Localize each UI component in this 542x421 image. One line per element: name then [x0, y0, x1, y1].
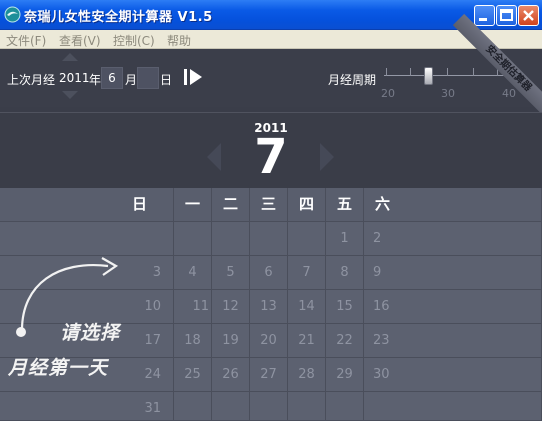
- maximize-button[interactable]: [496, 5, 517, 26]
- calendar-day-cell[interactable]: 21: [288, 324, 326, 358]
- calendar-day-cell[interactable]: 15: [326, 290, 364, 324]
- year-value[interactable]: 2011: [59, 71, 90, 85]
- weekday-0: 日: [0, 188, 174, 222]
- weekday-5: 五: [326, 188, 364, 222]
- decrease-arrow-icon[interactable]: [62, 91, 78, 99]
- cycle-tick-30: 30: [441, 87, 455, 100]
- menu-help[interactable]: 帮助: [167, 32, 191, 49]
- year-unit: 年: [89, 73, 102, 87]
- month-unit: 月: [125, 73, 138, 87]
- last-period-label: 上次月经: [7, 73, 56, 87]
- weekday-1: 一: [174, 188, 212, 222]
- calendar-day-cell[interactable]: [212, 392, 250, 421]
- calendar-day-cell[interactable]: [288, 222, 326, 256]
- menu-control[interactable]: 控制(C): [113, 32, 155, 49]
- window-title: 奈瑞儿女性安全期计算器 V1.5: [24, 10, 213, 25]
- increase-arrow-icon[interactable]: [62, 53, 78, 61]
- minimize-button[interactable]: [474, 5, 495, 26]
- weekday-2: 二: [212, 188, 250, 222]
- calendar-day-cell[interactable]: 14: [288, 290, 326, 324]
- day-input[interactable]: [137, 67, 159, 89]
- maximize-icon: [500, 9, 513, 21]
- menu-view[interactable]: 查看(V): [59, 32, 101, 49]
- calendar-day-cell[interactable]: 4: [174, 256, 212, 290]
- calendar-day-cell[interactable]: [174, 222, 212, 256]
- cycle-label: 月经周期: [328, 73, 377, 87]
- weekday-3: 三: [250, 188, 288, 222]
- calendar-day-cell[interactable]: 28: [288, 358, 326, 392]
- app-logo-icon: [4, 6, 21, 23]
- month-label: 7: [254, 129, 288, 185]
- cycle-tick-40: 40: [502, 87, 516, 100]
- day-unit: 日: [160, 73, 173, 87]
- calendar-day-cell[interactable]: 18: [174, 324, 212, 358]
- calendar-day-cell[interactable]: 29: [326, 358, 364, 392]
- calendar-day-cell[interactable]: 27: [250, 358, 288, 392]
- calendar-day-cell[interactable]: [326, 392, 364, 421]
- calendar-day-cell[interactable]: 19: [212, 324, 250, 358]
- calendar-day-cell[interactable]: 22: [326, 324, 364, 358]
- calendar-day-cell[interactable]: 8: [326, 256, 364, 290]
- calendar-grid: 日一二三四五六 1 2 3 4 5 6 7 8 9 10 11 12 13 14 15 16 17 18 19 20 21…: [0, 188, 542, 421]
- calendar-day-cell[interactable]: 6: [250, 256, 288, 290]
- next-month-icon[interactable]: [320, 143, 334, 171]
- calendar-day-cell[interactable]: 11: [174, 290, 212, 324]
- weekday-4: 四: [288, 188, 326, 222]
- minimize-icon: [479, 18, 487, 21]
- calendar-day-cell[interactable]: 7: [288, 256, 326, 290]
- calendar-day-cell[interactable]: 16: [364, 290, 542, 324]
- calendar-day-cell[interactable]: [364, 392, 542, 421]
- calendar-day-cell[interactable]: 26: [212, 358, 250, 392]
- calendar-day-cell[interactable]: 13: [250, 290, 288, 324]
- calendar-day-cell[interactable]: 12: [212, 290, 250, 324]
- calendar-day-cell[interactable]: 23: [364, 324, 542, 358]
- month-input[interactable]: 6: [101, 67, 123, 89]
- calendar-day-cell[interactable]: 31: [0, 392, 174, 421]
- app-window: 奈瑞儿女性安全期计算器 V1.5 文件(F) 查看(V) 控制(C) 帮助 上次…: [0, 0, 542, 421]
- calendar-day-cell[interactable]: [250, 222, 288, 256]
- close-button[interactable]: [518, 5, 539, 26]
- cycle-slider-track[interactable]: [384, 75, 514, 76]
- calendar-day-cell[interactable]: 20: [250, 324, 288, 358]
- prev-month-icon[interactable]: [207, 143, 221, 171]
- calendar-day-cell[interactable]: 5: [212, 256, 250, 290]
- cycle-slider-knob[interactable]: [424, 67, 433, 85]
- month-header: 2011 7: [0, 112, 542, 188]
- hint-line-2: 月经第一天: [8, 357, 109, 379]
- weekday-6: 六: [364, 188, 542, 222]
- calendar-day-cell[interactable]: 2: [364, 222, 542, 256]
- close-icon: [523, 10, 534, 21]
- calendar-day-cell[interactable]: 25: [174, 358, 212, 392]
- hint-line-1: 请选择: [60, 322, 121, 344]
- calendar-day-cell[interactable]: 9: [364, 256, 542, 290]
- calendar-day-cell[interactable]: [212, 222, 250, 256]
- calendar-day-cell[interactable]: 30: [364, 358, 542, 392]
- menu-file[interactable]: 文件(F): [6, 32, 46, 49]
- calendar-day-cell[interactable]: [288, 392, 326, 421]
- play-next-icon[interactable]: [184, 68, 203, 86]
- calendar-day-cell[interactable]: [250, 392, 288, 421]
- settings-strip: 上次月经 2011 年 6 月 日 月经周期 20 30 40 安全期估算器: [0, 13, 542, 125]
- calendar-day-cell[interactable]: 1: [326, 222, 364, 256]
- cycle-tick-20: 20: [381, 87, 395, 100]
- calendar-day-cell[interactable]: [174, 392, 212, 421]
